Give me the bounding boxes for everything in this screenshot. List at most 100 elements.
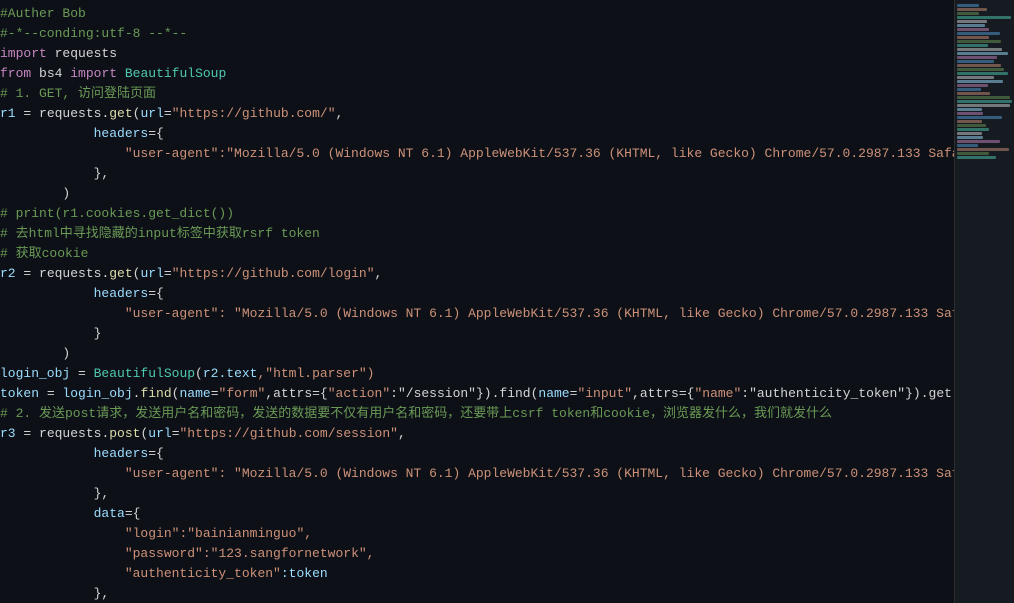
line-content-20: token = login_obj.find(name="form",attrs… [0,384,1014,404]
token: ) [0,186,70,201]
line-content-22: r3 = requests.post(url="https://github.c… [0,424,1006,444]
line-26: data={ [0,504,1014,524]
token: , [398,426,406,441]
line-21: # 2. 发送post请求，发送用户名和密码，发送的数据要不仅有用户名和密码，还… [0,404,1014,424]
line-12: # 去html中寻找隐藏的input标签中获取rsrf token [0,224,1014,244]
line-4: from bs4 import BeautifulSoup [0,64,1014,84]
token: #Auther Bob [0,6,86,21]
token: ={ [148,446,164,461]
line-content-6: r1 = requests.get(url="https://github.co… [0,104,1006,124]
token: requests [39,426,101,441]
token: "https://github.com/" [172,106,336,121]
line-content-1: #Auther Bob [0,4,1006,24]
token [47,46,55,61]
line-24: "user-agent": "Mozilla/5.0 (Windows NT 6… [0,464,1014,484]
line-content-3: import requests [0,44,1006,64]
line-content-28: "password":"123.sangfornetwork", [0,544,1006,564]
line-25: }, [0,484,1014,504]
token: # print(r1.cookies.get_dict()) [0,206,234,221]
token: "password" [0,546,203,561]
token: }, [0,166,109,181]
line-content-4: from bs4 import BeautifulSoup [0,64,1006,84]
line-14: r2 = requests.get(url="https://github.co… [0,264,1014,284]
token: # 去html中寻找隐藏的input标签中获取rsrf token [0,226,320,241]
token: "https://github.com/login" [172,266,375,281]
token: } [0,326,101,341]
token: post [109,426,140,441]
token: = [211,386,219,401]
token: url [140,106,163,121]
line-content-13: # 获取cookie [0,244,1006,264]
line-16: "user-agent": "Mozilla/5.0 (Windows NT 6… [0,304,1014,324]
token: "input" [577,386,632,401]
token: "login" [0,526,179,541]
token: url [140,266,163,281]
token: get [109,106,132,121]
token: = [164,266,172,281]
token: = [16,106,39,121]
line-content-16: "user-agent": "Mozilla/5.0 (Windows NT 6… [0,304,1006,324]
token: , [336,106,344,121]
token: # 1. GET, 访问登陆页面 [0,86,156,101]
line-content-27: "login":"bainianminguo", [0,524,1006,544]
token: :"123.sangfornetwork", [203,546,375,561]
token: "https://github.com/session" [180,426,398,441]
token: }, [0,486,109,501]
line-20: token = login_obj.find(name="form",attrs… [0,384,1014,404]
line-content-29: "authenticity_token":token [0,564,1006,584]
token [31,66,39,81]
minimap-content [955,0,1014,164]
token: ={ [125,506,141,521]
token: : "Mozilla/5.0 (Windows NT 6.1) AppleWeb… [218,466,983,481]
line-22: r3 = requests.post(url="https://github.c… [0,424,1014,444]
token: "form" [219,386,266,401]
token: # 获取cookie [0,246,88,261]
token: :"Mozilla/5.0 (Windows NT 6.1) AppleWebK… [218,146,1014,161]
code-content: #Auther Bob #-*--conding:utf-8 --*-- impor… [0,4,1014,603]
line-content-7: headers={ [0,124,1006,144]
token: from [0,66,31,81]
token: name [538,386,569,401]
token: requests [39,266,101,281]
token: : "Mozilla/5.0 (Windows NT 6.1) AppleWeb… [218,306,983,321]
token: = [16,426,39,441]
token: headers [0,446,148,461]
line-content-25: }, [0,484,1006,504]
line-15: headers={ [0,284,1014,304]
line-content-14: r2 = requests.get(url="https://github.co… [0,264,1006,284]
line-13: # 获取cookie [0,244,1014,264]
token: #-*--conding:utf-8 --*-- [0,26,187,41]
token: token [0,386,39,401]
line-3: import requests [0,44,1014,64]
line-content-12: # 去html中寻找隐藏的input标签中获取rsrf token [0,224,1006,244]
token: BeautifulSoup [125,66,226,81]
line-6: r1 = requests.get(url="https://github.co… [0,104,1014,124]
token: = [70,366,93,381]
token: login_obj [62,386,132,401]
token: ={ [148,286,164,301]
token: import [0,46,47,61]
line-8: "user-agent":"Mozilla/5.0 (Windows NT 6.… [0,144,1014,164]
line-content-15: headers={ [0,284,1006,304]
line-1: #Auther Bob [0,4,1014,24]
token: ,"html.parser") [257,366,374,381]
token: name [179,386,210,401]
token: , [375,266,383,281]
line-5: # 1. GET, 访问登陆页面 [0,84,1014,104]
token: headers [0,286,148,301]
token: url [148,426,171,441]
line-27: "login":"bainianminguo", [0,524,1014,544]
line-content-9: }, [0,164,1006,184]
code-editor[interactable]: #Auther Bob #-*--conding:utf-8 --*-- impor… [0,0,1014,603]
token: ) [0,346,70,361]
line-content-8: "user-agent":"Mozilla/5.0 (Windows NT 6.… [0,144,1014,164]
token: BeautifulSoup [94,366,195,381]
line-29: "authenticity_token":token [0,564,1014,584]
token: find [140,386,171,401]
line-content-11: # print(r1.cookies.get_dict()) [0,204,1006,224]
token: }, [0,586,109,601]
token: ,attrs={ [632,386,694,401]
line-content-24: "user-agent": "Mozilla/5.0 (Windows NT 6… [0,464,1006,484]
line-content-2: #-*--conding:utf-8 --*-- [0,24,1006,44]
token: r1 [0,106,16,121]
